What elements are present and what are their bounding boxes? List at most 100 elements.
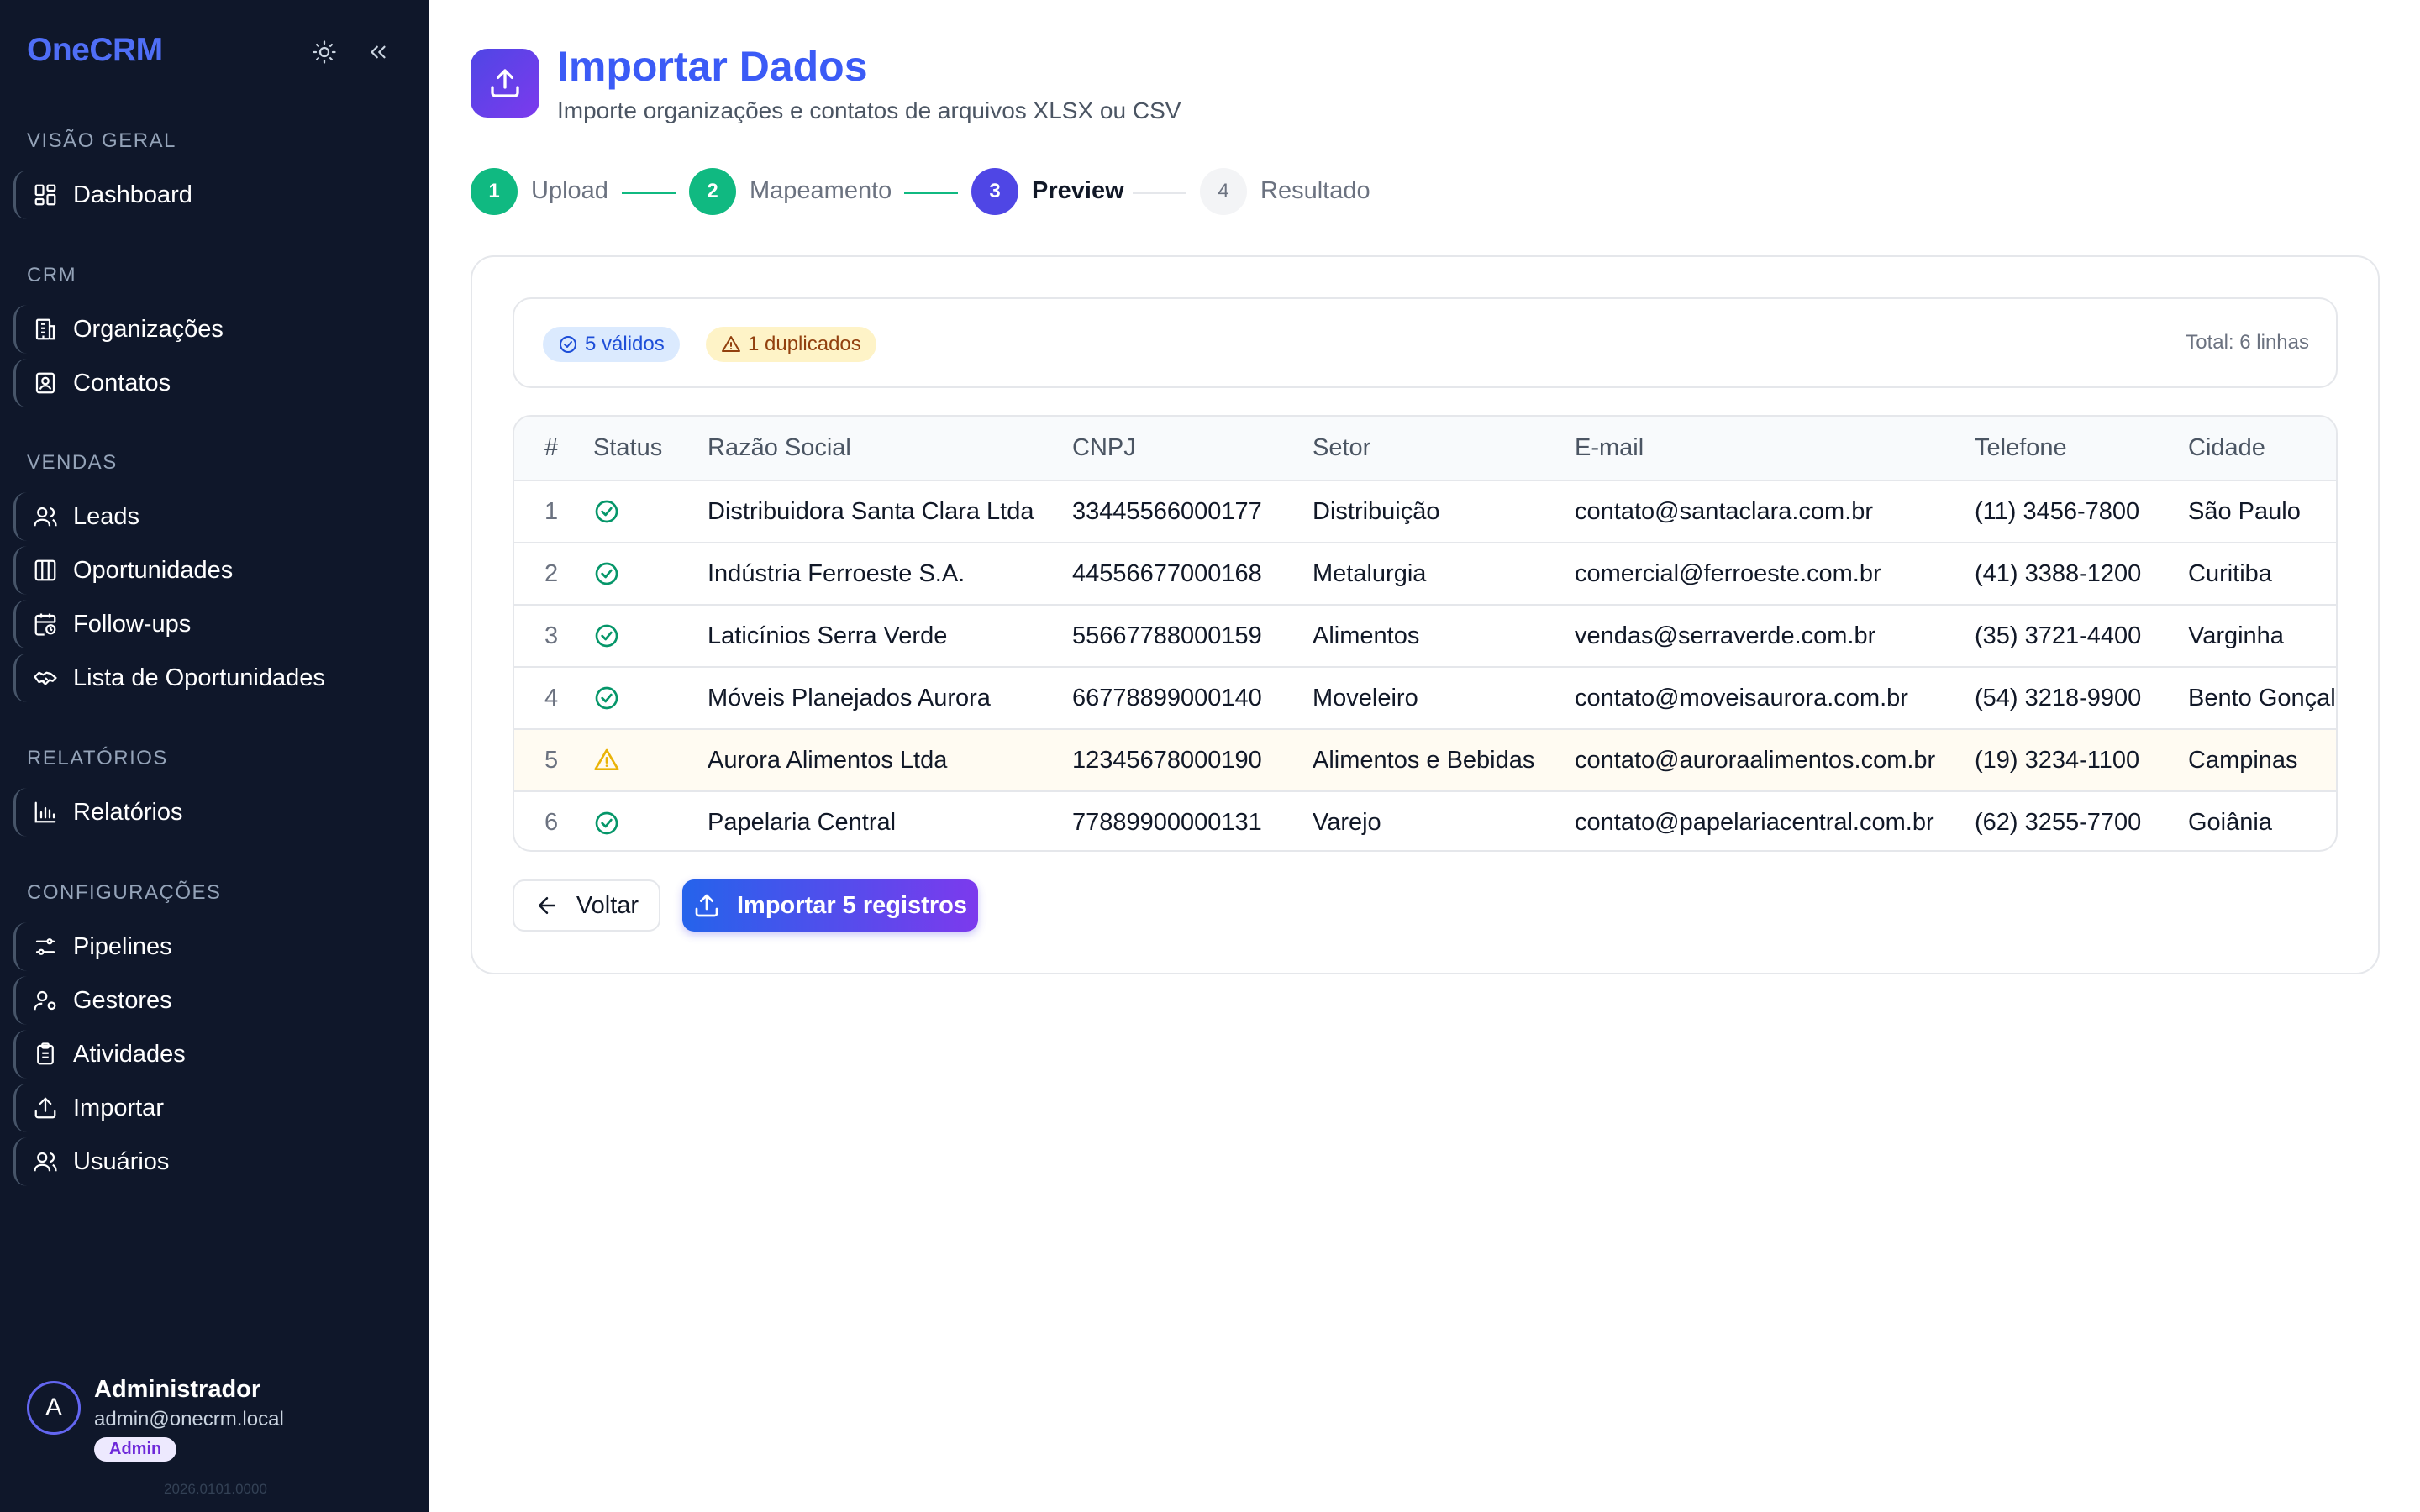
sidebar-item-usuarios[interactable]: Usuários: [13, 1137, 408, 1186]
sidebar-item-organizacoes[interactable]: Organizações: [13, 305, 408, 354]
cidade-cell: Goiânia: [2188, 809, 2272, 836]
handshake-icon: [34, 671, 57, 685]
contact-icon: [35, 372, 55, 394]
section-label-visao-geral: VISÃO GERAL: [27, 129, 176, 152]
telefone-cell: (35) 3721-4400: [1975, 622, 2142, 649]
email-cell: contato@moveisaurora.com.br: [1575, 684, 1908, 711]
step-connector: [622, 192, 676, 194]
brand-logo[interactable]: OneCRM: [27, 32, 163, 69]
page-subtitle: Importe organizações e contatos de arqui…: [557, 97, 1181, 123]
email-cell: vendas@serraverde.com.br: [1575, 622, 1876, 649]
page-title: Importar Dados: [557, 43, 868, 90]
razao-social-cell: Distribuidora Santa Clara Ltda: [708, 497, 1034, 525]
upload-icon: [34, 1097, 56, 1119]
check-circle-icon: [560, 336, 576, 353]
clipboard-icon: [37, 1042, 54, 1065]
import-records-button[interactable]: Importar 5 registros: [682, 879, 978, 932]
valid-status-icon: [593, 480, 708, 543]
razao-social-cell: Papelaria Central: [708, 809, 897, 836]
telefone-cell: (11) 3456-7800: [1975, 497, 2140, 525]
duplicate-count-badge: 1 duplicados: [706, 327, 876, 362]
sidebar-item-label: Dashboard: [73, 181, 192, 208]
sidebar-item-leads[interactable]: Leads: [13, 492, 408, 541]
sidebar-item-importar[interactable]: Importar: [13, 1084, 408, 1132]
kanban-icon: [34, 559, 56, 581]
razao-social-cell: Indústria Ferroeste S.A.: [708, 559, 965, 587]
sidebar-item-label: Pipelines: [73, 932, 172, 960]
setor-cell: Varejo: [1313, 809, 1381, 836]
sidebar-item-lista-oportunidades[interactable]: Lista de Oportunidades: [13, 654, 408, 702]
users-icon: [34, 1152, 57, 1172]
back-button[interactable]: Voltar: [513, 879, 660, 932]
import-button-label: Importar 5 registros: [737, 891, 967, 919]
section-label-vendas: VENDAS: [27, 451, 118, 474]
sidebar-item-pipelines[interactable]: Pipelines: [13, 922, 408, 971]
step-3-label: Preview: [1032, 177, 1124, 204]
column-header: #: [544, 434, 559, 461]
dashboard-icon: [34, 184, 56, 206]
sidebar-item-gestores[interactable]: Gestores: [13, 976, 408, 1025]
version-text: 2026.0101.0000: [164, 1481, 267, 1497]
building-icon: [35, 318, 55, 340]
sidebar-item-oportunidades[interactable]: Oportunidades: [13, 546, 408, 595]
column-header: Telefone: [1975, 434, 2067, 461]
section-label-crm: CRM: [27, 264, 77, 286]
cnpj-cell: 55667788000159: [1072, 622, 1262, 649]
table-row: 3 Laticínios Serra Verde 55667788000159 …: [514, 605, 2336, 667]
sidebar-item-atividades[interactable]: Atividades: [13, 1030, 408, 1079]
preview-table-container[interactable]: # Status Razão Social CNPJ Setor E-mail …: [513, 415, 2338, 852]
step-2-label: Mapeamento: [750, 177, 892, 204]
sidebar-item-follow-ups[interactable]: Follow-ups: [13, 600, 408, 648]
cidade-cell: Curitiba: [2188, 559, 2272, 587]
telefone-cell: (62) 3255-7700: [1975, 809, 2142, 836]
sun-icon[interactable]: [309, 37, 339, 67]
table-row-duplicate: 5 Aurora Alimentos Ltda 12345678000190 A…: [514, 729, 2336, 791]
cidade-cell: Varginha: [2188, 622, 2284, 649]
sidebar: OneCRM VISÃO GERAL Dashboard CRM Organiz…: [0, 0, 429, 1512]
section-label-configuracoes: CONFIGURAÇÕES: [27, 881, 222, 904]
sidebar-item-relatorios[interactable]: Relatórios: [13, 788, 408, 837]
razao-social-cell: Móveis Planejados Aurora: [708, 684, 991, 711]
table-row: 2 Indústria Ferroeste S.A. 4455667700016…: [514, 543, 2336, 605]
user-cog-icon: [34, 990, 56, 1011]
sidebar-item-label: Follow-ups: [73, 610, 192, 638]
step-4-label: Resultado: [1260, 177, 1370, 204]
sidebar-item-label: Gestores: [73, 986, 172, 1014]
cnpj-cell: 44556677000168: [1072, 559, 1262, 587]
table-row: 6 Papelaria Central 77889900000131 Varej…: [514, 791, 2336, 850]
step-2-circle: 2: [689, 168, 736, 215]
column-header: Setor: [1313, 434, 1371, 461]
telefone-cell: (19) 3234-1100: [1975, 746, 2140, 774]
setor-cell: Metalurgia: [1313, 559, 1427, 587]
sidebar-item-dashboard[interactable]: Dashboard: [13, 171, 408, 219]
step-connector: [1133, 192, 1186, 194]
sidebar-item-label: Importar: [73, 1094, 164, 1121]
cnpj-cell: 33445566000177: [1072, 497, 1262, 525]
step-connector: [904, 192, 958, 194]
razao-social-cell: Laticínios Serra Verde: [708, 622, 948, 649]
user-name: Administrador: [94, 1376, 261, 1403]
valid-status-icon: [593, 791, 708, 850]
cidade-cell: Bento Gonçalves: [2188, 684, 2336, 711]
sidebar-item-label: Contatos: [73, 369, 171, 396]
back-button-label: Voltar: [576, 891, 639, 919]
column-header: Cidade: [2188, 434, 2265, 461]
warning-icon: [722, 336, 740, 352]
warning-status-icon: [593, 729, 708, 791]
user-email: admin@onecrm.local: [94, 1408, 284, 1431]
row-number: 3: [544, 622, 559, 649]
setor-cell: Moveleiro: [1313, 684, 1418, 711]
table-header-row: # Status Razão Social CNPJ Setor E-mail …: [514, 417, 2336, 480]
setor-cell: Alimentos: [1313, 622, 1420, 649]
upload-icon: [471, 49, 539, 118]
sidebar-item-label: Leads: [73, 502, 140, 530]
email-cell: contato@papelariacentral.com.br: [1575, 809, 1934, 836]
sidebar-item-contatos[interactable]: Contatos: [13, 359, 408, 407]
row-number: 6: [544, 809, 559, 836]
step-1-circle: 1: [471, 168, 518, 215]
valid-status-icon: [593, 605, 708, 667]
setor-cell: Distribuição: [1313, 497, 1440, 525]
total-rows-text: Total: 6 linhas: [2186, 331, 2309, 354]
collapse-chevrons-icon[interactable]: [363, 37, 393, 67]
cnpj-cell: 12345678000190: [1072, 746, 1262, 774]
